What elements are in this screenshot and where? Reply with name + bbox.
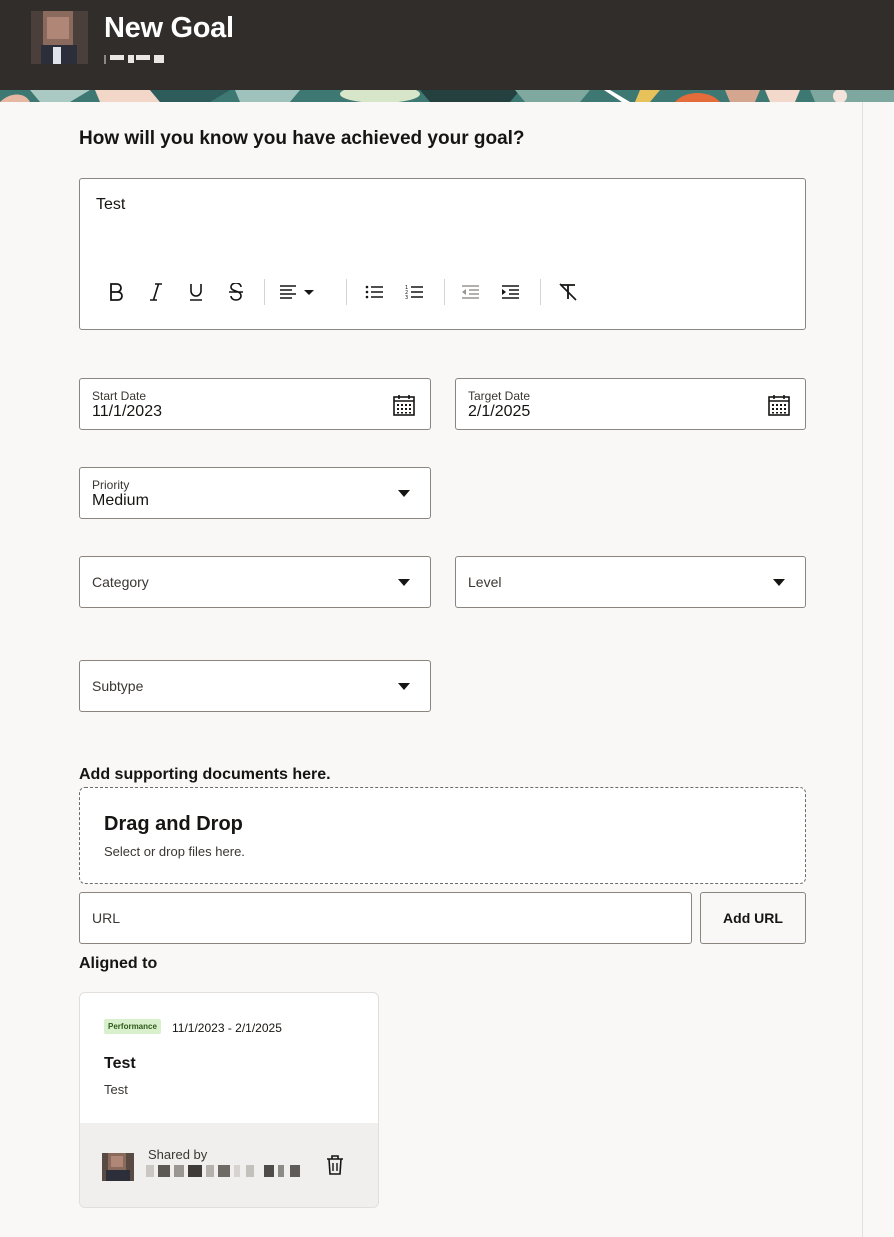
editor-content[interactable]: Test <box>96 196 125 214</box>
priority-value[interactable]: Medium <box>92 492 149 510</box>
priority-label: Priority <box>92 478 130 492</box>
decorative-banner <box>0 90 894 102</box>
attachments-heading: Add supporting documents here. <box>79 766 331 783</box>
italic-icon[interactable] <box>142 279 170 305</box>
goal-description: Test <box>104 1082 128 1097</box>
chevron-down-icon[interactable] <box>398 683 410 690</box>
user-avatar <box>31 11 88 64</box>
priority-select[interactable]: Priority Medium <box>79 467 431 519</box>
trash-icon[interactable] <box>326 1155 344 1175</box>
shared-by-avatar <box>102 1153 134 1181</box>
aligned-to-heading: Aligned to <box>79 955 158 972</box>
start-date-label: Start Date <box>92 389 147 403</box>
align-left-icon[interactable] <box>276 279 320 305</box>
bulleted-list-icon[interactable] <box>360 279 388 305</box>
target-date-value[interactable]: 2/1/2025 <box>468 403 530 421</box>
subtype-select[interactable]: Subtype <box>79 660 431 712</box>
clear-formatting-icon[interactable] <box>554 279 582 305</box>
target-date-field[interactable]: Target Date 2/1/2025 <box>455 378 806 430</box>
start-date-value[interactable]: 11/1/2023 <box>92 403 162 421</box>
aligned-goal-card[interactable]: Performance 11/1/2023 - 2/1/2025 Test Te… <box>79 992 379 1208</box>
card-footer: Shared by <box>80 1123 378 1207</box>
indent-icon[interactable] <box>496 279 524 305</box>
level-placeholder: Level <box>468 574 502 590</box>
goal-type-badge: Performance <box>104 1019 161 1034</box>
underline-icon[interactable] <box>182 279 210 305</box>
target-date-label: Target Date <box>468 389 531 403</box>
level-select[interactable]: Level <box>455 556 806 608</box>
calendar-icon[interactable] <box>392 393 416 417</box>
dropzone-title: Drag and Drop <box>104 813 243 835</box>
outdent-icon[interactable] <box>456 279 484 305</box>
category-placeholder: Category <box>92 574 149 590</box>
add-url-button[interactable]: Add URL <box>700 892 806 944</box>
page-header: New Goal <box>0 0 894 90</box>
goal-date-range: 11/1/2023 - 2/1/2025 <box>172 1021 282 1035</box>
subtype-placeholder: Subtype <box>92 678 144 694</box>
redacted-user-name <box>104 55 168 65</box>
panel-divider <box>862 102 863 1237</box>
chevron-down-icon[interactable] <box>398 579 410 586</box>
url-input[interactable]: URL <box>79 892 692 944</box>
chevron-down-icon[interactable] <box>773 579 785 586</box>
chevron-down-icon[interactable] <box>398 490 410 497</box>
goal-title[interactable]: Test <box>104 1055 136 1073</box>
category-select[interactable]: Category <box>79 556 431 608</box>
strikethrough-icon[interactable] <box>222 279 250 305</box>
url-placeholder: URL <box>92 910 121 926</box>
svg-text:3: 3 <box>405 295 408 300</box>
measurement-rich-text-editor[interactable]: Test 123 <box>79 178 806 330</box>
numbered-list-icon[interactable]: 123 <box>400 279 428 305</box>
calendar-icon[interactable] <box>767 393 791 417</box>
start-date-field[interactable]: Start Date 11/1/2023 <box>79 378 431 430</box>
bold-icon[interactable] <box>102 279 130 305</box>
dropzone-subtitle: Select or drop files here. <box>104 844 245 859</box>
shared-by-label: Shared by <box>148 1147 208 1162</box>
redacted-shared-by-name <box>146 1165 302 1179</box>
file-dropzone[interactable]: Drag and Drop Select or drop files here. <box>79 787 806 884</box>
page-title: New Goal <box>104 12 234 44</box>
measurement-question-label: How will you know you have achieved your… <box>79 128 525 149</box>
